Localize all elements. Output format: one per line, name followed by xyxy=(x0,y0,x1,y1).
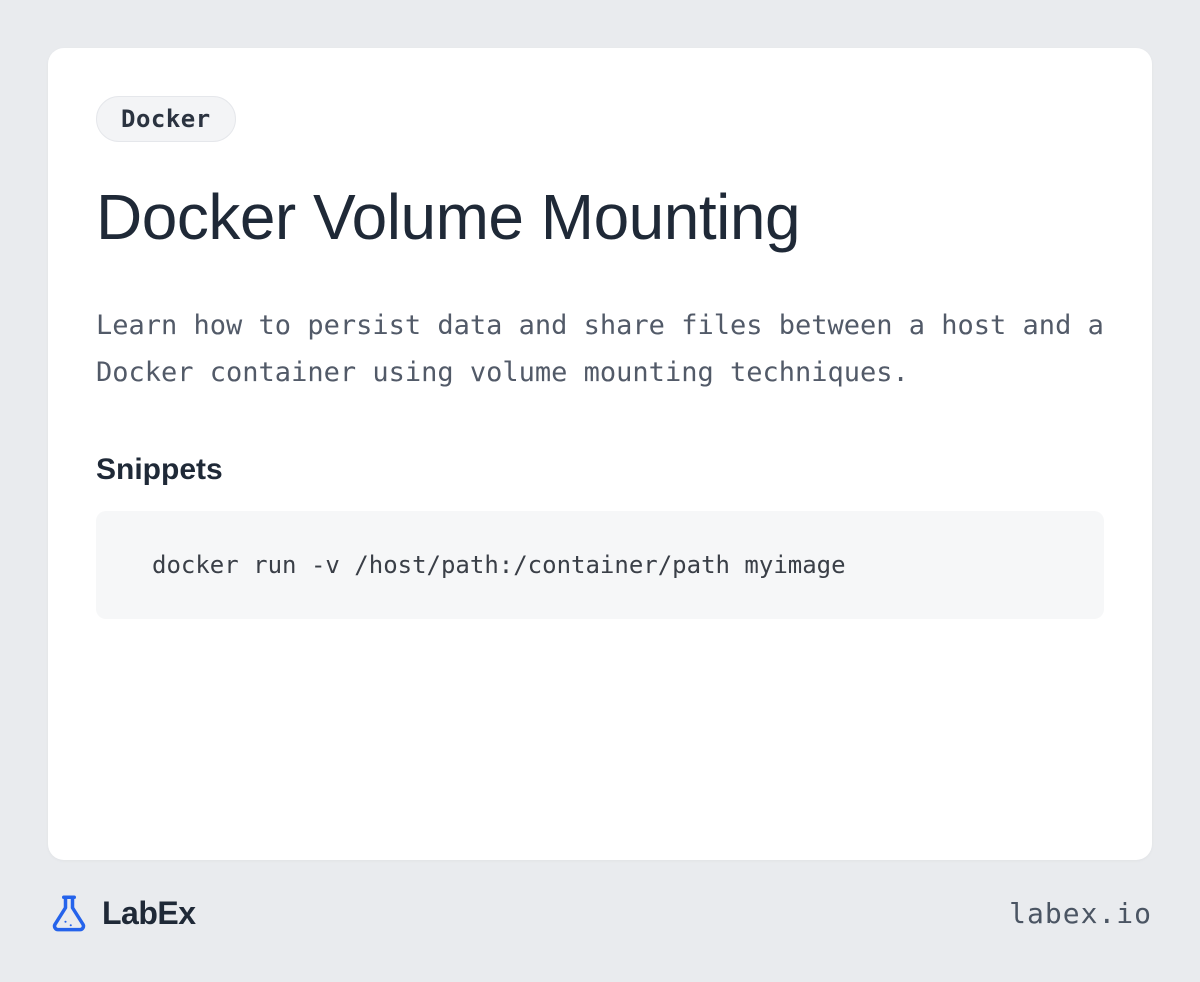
brand-name: LabEx xyxy=(102,895,196,932)
footer: LabEx labex.io xyxy=(48,860,1152,934)
code-snippet: docker run -v /host/path:/container/path… xyxy=(96,511,1104,619)
flask-icon xyxy=(48,892,90,934)
content-card: Docker Docker Volume Mounting Learn how … xyxy=(48,48,1152,860)
domain-text: labex.io xyxy=(1009,897,1152,930)
brand: LabEx xyxy=(48,892,196,934)
page-description: Learn how to persist data and share file… xyxy=(96,302,1104,397)
page-title: Docker Volume Mounting xyxy=(96,180,1104,254)
snippets-heading: Snippets xyxy=(96,453,1104,487)
category-tag: Docker xyxy=(96,96,236,142)
